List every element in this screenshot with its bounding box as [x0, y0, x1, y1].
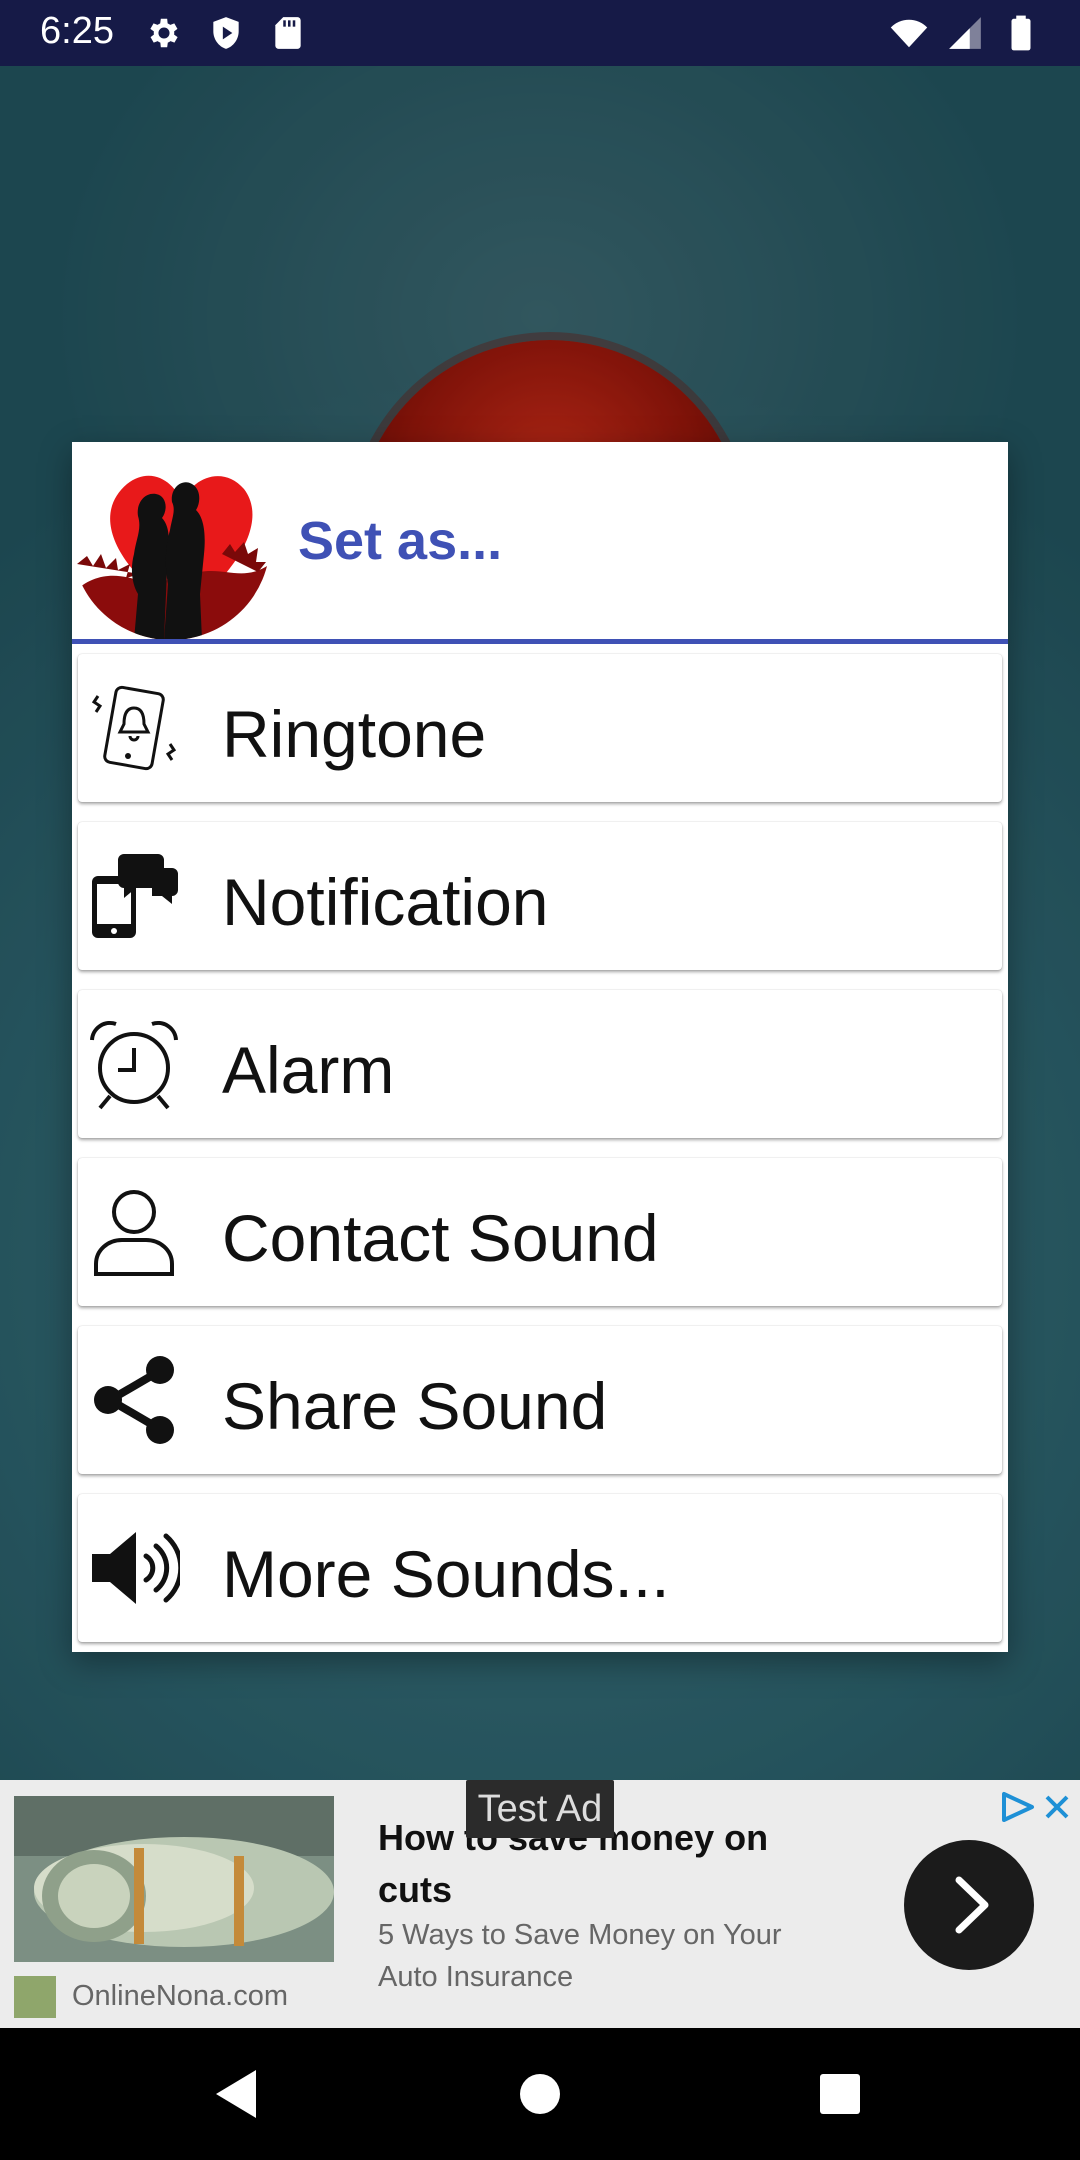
phone-chat-icon	[92, 854, 178, 938]
money-roll-image	[14, 1796, 334, 1962]
couple-heart-image	[72, 444, 270, 640]
ad-open-button[interactable]	[904, 1840, 1034, 1970]
menu-item-label: Ringtone	[222, 697, 487, 771]
menu-item-notification[interactable]: Notification	[78, 822, 1002, 970]
home-button[interactable]	[510, 2064, 570, 2124]
menu-item-label: More Sounds...	[222, 1537, 670, 1611]
recents-button[interactable]	[810, 2064, 870, 2124]
sd-card-icon	[275, 17, 301, 49]
share-icon	[94, 1356, 174, 1444]
close-icon[interactable]	[1040, 1790, 1074, 1824]
menu-item-label: Contact Sound	[222, 1201, 659, 1275]
menu-item-label: Share Sound	[222, 1369, 608, 1443]
dialog-header: Set as...	[72, 442, 1008, 644]
test-ad-badge: Test Ad	[466, 1780, 614, 1838]
navigation-bar	[0, 2028, 1080, 2160]
set-as-menu: Ringtone Notification Alarm Contact Soun…	[78, 654, 1002, 1662]
menu-item-alarm[interactable]: Alarm	[78, 990, 1002, 1138]
wifi-icon	[890, 19, 928, 48]
status-time: 6:25	[40, 10, 114, 52]
settings-icon	[150, 18, 178, 48]
header-divider	[72, 639, 1008, 644]
person-icon	[94, 1190, 174, 1276]
menu-item-label: Alarm	[222, 1033, 395, 1107]
ringing-phone-icon	[91, 685, 177, 771]
battery-icon	[1011, 15, 1031, 51]
set-as-dialog: Set as... Ringtone Notification Alarm Co…	[72, 442, 1008, 1652]
menu-item-more-sounds[interactable]: More Sounds...	[78, 1494, 1002, 1642]
ad-body-text: 5 Ways to Save Money on Your Auto Insura…	[378, 1919, 782, 1993]
menu-item-label: Notification	[222, 865, 549, 939]
status-bar: 6:25	[0, 0, 1080, 66]
shield-icon	[213, 17, 239, 49]
speaker-icon	[92, 1532, 180, 1604]
ad-source: OnlineNona.com	[72, 1980, 288, 2012]
menu-item-contact-sound[interactable]: Contact Sound	[78, 1158, 1002, 1306]
alarm-clock-icon	[90, 1020, 178, 1110]
cell-signal-icon	[949, 17, 981, 49]
ad-choices-icon[interactable]	[998, 1790, 1038, 1824]
chevron-right-icon	[955, 1876, 989, 1934]
dialog-title: Set as...	[298, 511, 503, 571]
back-button[interactable]	[210, 2064, 270, 2124]
menu-item-ringtone[interactable]: Ringtone	[78, 654, 1002, 802]
advertiser-favicon	[14, 1976, 56, 2018]
menu-item-share-sound[interactable]: Share Sound	[78, 1326, 1002, 1474]
